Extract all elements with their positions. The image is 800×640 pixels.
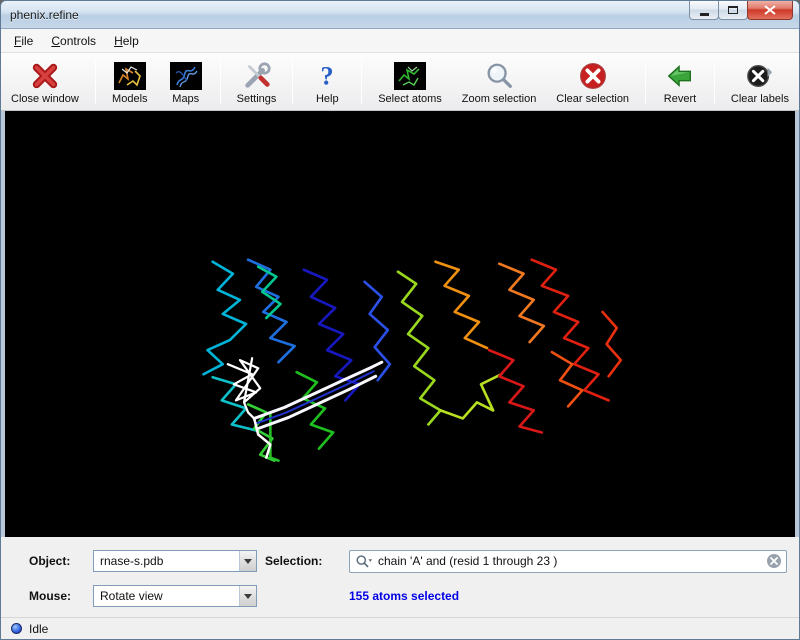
toolbar-label: Help	[316, 93, 339, 105]
object-dropdown[interactable]: rnase-s.pdb	[93, 550, 257, 572]
help-button[interactable]: ? Help	[304, 56, 350, 108]
toolbar-label: Zoom selection	[462, 93, 537, 105]
models-icon	[112, 59, 148, 92]
close-button[interactable]	[747, 1, 793, 20]
select-atoms-button[interactable]: Select atoms	[373, 56, 447, 108]
svg-text:?: ?	[321, 61, 334, 90]
chevron-down-icon	[244, 559, 252, 564]
help-icon: ?	[309, 59, 345, 92]
menubar: File Controls Help	[1, 29, 799, 53]
maximize-button[interactable]	[718, 1, 748, 20]
close-window-icon	[27, 59, 63, 92]
mouse-dropdown[interactable]: Rotate view	[93, 585, 257, 607]
viewer-canvas[interactable]	[5, 111, 795, 537]
models-button[interactable]: Models	[107, 56, 153, 108]
maps-button[interactable]: Maps	[163, 56, 209, 108]
zoom-selection-icon	[481, 59, 517, 92]
toolbar-separator	[361, 60, 362, 104]
window-controls	[690, 1, 793, 20]
selection-label: Selection:	[265, 554, 341, 568]
settings-button[interactable]: Settings	[232, 56, 282, 108]
toolbar-label: Maps	[172, 93, 199, 105]
toolbar-label: Select atoms	[378, 93, 442, 105]
molecule-svg	[5, 111, 795, 537]
toolbar-label: Revert	[664, 93, 696, 105]
toolbar-label: Clear labels	[731, 93, 789, 105]
select-atoms-icon	[392, 59, 428, 92]
statusbar: Idle	[1, 617, 799, 639]
controls-panel: Object: rnase-s.pdb Selection: chain 'A'…	[1, 537, 799, 617]
search-icon[interactable]	[355, 553, 373, 569]
object-dropdown-value: rnase-s.pdb	[94, 554, 239, 568]
chevron-down-icon	[244, 594, 252, 599]
maximize-icon	[728, 6, 738, 14]
toolbar-label: Models	[112, 93, 147, 105]
mouse-dropdown-button[interactable]	[239, 586, 256, 606]
settings-icon	[239, 59, 275, 92]
window-title: phenix.refine	[10, 8, 79, 22]
toolbar-label: Close window	[11, 93, 79, 105]
close-window-button[interactable]: Close window	[6, 56, 84, 108]
selection-value[interactable]: chain 'A' and (resid 1 through 23 )	[378, 554, 762, 568]
clear-labels-button[interactable]: Clear labels	[726, 56, 794, 108]
menu-help[interactable]: Help	[105, 31, 148, 51]
toolbar-separator	[95, 60, 96, 104]
menu-controls[interactable]: Controls	[42, 31, 105, 51]
menu-file[interactable]: File	[5, 31, 42, 51]
clear-labels-icon	[742, 59, 778, 92]
revert-icon	[662, 59, 698, 92]
toolbar-label: Settings	[237, 93, 277, 105]
toolbar-separator	[292, 60, 293, 104]
mouse-label: Mouse:	[29, 589, 85, 603]
status-text: Idle	[29, 622, 48, 636]
selection-input[interactable]: chain 'A' and (resid 1 through 23 )	[349, 550, 787, 573]
status-led-icon	[11, 623, 22, 634]
maps-icon	[168, 59, 204, 92]
titlebar[interactable]: phenix.refine	[1, 1, 799, 29]
toolbar-separator	[220, 60, 221, 104]
toolbar-separator	[645, 60, 646, 104]
revert-button[interactable]: Revert	[657, 56, 703, 108]
toolbar: Close window Models	[1, 53, 799, 111]
close-icon	[764, 5, 776, 15]
clear-selection-button[interactable]: Clear selection	[551, 56, 634, 108]
minimize-button[interactable]	[689, 1, 719, 20]
clear-input-icon[interactable]	[766, 553, 782, 569]
zoom-selection-button[interactable]: Zoom selection	[457, 56, 542, 108]
object-label: Object:	[29, 554, 85, 568]
minimize-icon	[700, 13, 709, 16]
mouse-dropdown-value: Rotate view	[94, 589, 239, 603]
toolbar-label: Clear selection	[556, 93, 629, 105]
object-dropdown-button[interactable]	[239, 551, 256, 571]
clear-selection-icon	[575, 59, 611, 92]
atoms-selected-text: 155 atoms selected	[349, 589, 787, 603]
toolbar-separator	[714, 60, 715, 104]
app-window: phenix.refine File Controls Help Cl	[0, 0, 800, 640]
